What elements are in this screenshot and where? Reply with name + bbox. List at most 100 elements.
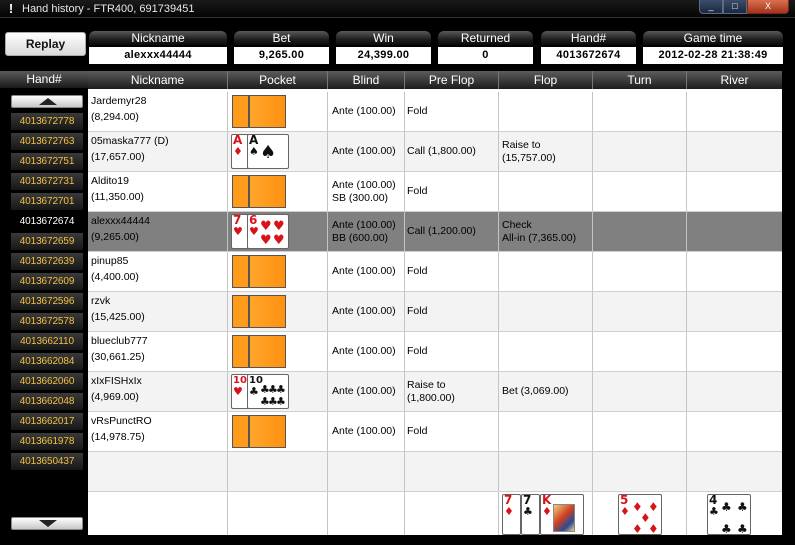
table-row-selected[interactable]: alexxx44444 (9,265.00) 7 ♥ 6 ♥ ♥ ♥ ♥ ♥ A… xyxy=(88,212,782,252)
blind-cell: Ante (100.00) BB (600.00) xyxy=(328,212,405,251)
flop-cell xyxy=(499,92,593,131)
nickname-cell xyxy=(88,452,228,491)
table-header: Nickname Pocket Blind Pre Flop Flop Turn… xyxy=(88,71,782,89)
card-back-icon xyxy=(232,295,249,328)
pocket-cell: 10 ♥ 10 ♣ ♣ ♣ ♣ ♣ ♣ ♣ xyxy=(228,372,328,411)
blind-action: Ante (100.00) xyxy=(332,305,396,317)
table-row[interactable]: rzvk (15,425.00) Ante (100.00) Fold xyxy=(88,292,782,332)
hand-list-item[interactable]: 4013662048 xyxy=(11,393,83,410)
hand-list-item[interactable]: 4013672609 xyxy=(11,273,83,290)
summary-win: Win 24,399.00 xyxy=(336,31,431,64)
table-row[interactable]: pinup85 (4,400.00) Ante (100.00) Fold xyxy=(88,252,782,292)
hand-list-item[interactable]: 4013662060 xyxy=(11,373,83,390)
hand-list-item[interactable]: 4013650437 xyxy=(11,453,83,470)
card-back-icon xyxy=(249,255,286,288)
scroll-up-button[interactable] xyxy=(11,95,83,108)
hand-list-item[interactable]: 4013672731 xyxy=(11,173,83,190)
hand-list-item[interactable]: 4013661978 xyxy=(11,433,83,450)
turn-cell xyxy=(593,172,687,211)
summary-game-time-label: Game time xyxy=(643,31,783,45)
board-flop-cell: 7 ♦ 7 ♣ K ♦ xyxy=(499,492,593,535)
maximize-button[interactable]: □ xyxy=(723,0,747,14)
minimize-button[interactable]: _ xyxy=(699,0,723,14)
hand-list-item[interactable]: 4013662084 xyxy=(11,353,83,370)
blind-action: Ante (100.00) xyxy=(332,425,396,437)
turn-cell xyxy=(593,252,687,291)
preflop-cell: Fold xyxy=(405,412,499,451)
hand-list-item[interactable]: 4013672778 xyxy=(11,113,83,130)
hand-list-item[interactable]: 4013672578 xyxy=(11,313,83,330)
summary-returned-value: 0 xyxy=(438,47,533,64)
table-row[interactable]: 05maska777 (D) (17,657.00) A ♦ A ♠ ♠ Ant… xyxy=(88,132,782,172)
hand-list-item[interactable]: 4013672596 xyxy=(11,293,83,310)
hand-list-item[interactable]: 4013672763 xyxy=(11,133,83,150)
pocket-cell xyxy=(228,452,328,491)
nickname-cell: blueclub777 (30,661.25) xyxy=(88,332,228,371)
summary-hand-label: Hand# xyxy=(541,31,636,45)
blind-action: Ante (100.00) xyxy=(332,385,396,397)
hand-history-table: Nickname Pocket Blind Pre Flop Flop Turn… xyxy=(88,71,782,536)
hand-list-item[interactable]: 4013672659 xyxy=(11,233,83,250)
flop-cell xyxy=(499,412,593,451)
column-header-preflop: Pre Flop xyxy=(405,71,499,89)
card-back-icon xyxy=(232,335,249,368)
card-four-clubs: 4 ♣ ♣ ♣ ♣ ♣ xyxy=(707,494,751,536)
flop-action: Bet (3,069.00) xyxy=(502,385,569,397)
card-back-icon xyxy=(232,95,249,128)
flop-cell xyxy=(499,252,593,291)
river-cell xyxy=(687,212,782,251)
nickname-cell: alexxx44444 (9,265.00) xyxy=(88,212,228,251)
preflop-action: Fold xyxy=(407,305,428,317)
flop-cell xyxy=(499,172,593,211)
blind-cell xyxy=(328,452,405,491)
river-cell xyxy=(687,92,782,131)
table-row[interactable]: xIxFISHxIx (4,969.00) 10 ♥ 10 ♣ ♣ ♣ ♣ ♣ … xyxy=(88,372,782,412)
blind-cell: Ante (100.00) SB (300.00) xyxy=(328,172,405,211)
summary-win-value: 24,399.00 xyxy=(336,47,431,64)
preflop-cell: Fold xyxy=(405,92,499,131)
blind-action: Ante (100.00) xyxy=(332,178,396,191)
flop-cell xyxy=(499,292,593,331)
preflop-cell: Fold xyxy=(405,252,499,291)
preflop-action: Fold xyxy=(407,345,428,357)
turn-cell xyxy=(593,212,687,251)
summary-win-label: Win xyxy=(336,31,431,45)
flop-action-amount: (15,757.00) xyxy=(502,151,556,164)
summary-nickname: Nickname alexxx44444 xyxy=(89,31,227,64)
scroll-down-button[interactable] xyxy=(11,517,83,530)
player-stack: (9,265.00) xyxy=(91,231,139,243)
hand-list-item[interactable]: 4013662110 xyxy=(11,333,83,350)
table-row[interactable]: Jardemyr28 (8,294.00) Ante (100.00) Fold xyxy=(88,92,782,132)
summary-bet-value: 9,265.00 xyxy=(234,47,329,64)
blind-cell: Ante (100.00) xyxy=(328,292,405,331)
table-row[interactable]: blueclub777 (30,661.25) Ante (100.00) Fo… xyxy=(88,332,782,372)
column-header-turn: Turn xyxy=(593,71,687,89)
blind-cell: Ante (100.00) xyxy=(328,332,405,371)
flop-cell: Bet (3,069.00) xyxy=(499,372,593,411)
player-nickname: Aldito19 xyxy=(91,175,129,187)
river-cell xyxy=(687,452,782,491)
card-back-icon xyxy=(249,175,286,208)
king-portrait-icon xyxy=(553,504,575,532)
player-nickname: pinup85 xyxy=(91,255,129,267)
replay-button[interactable]: Replay xyxy=(5,32,86,56)
hand-list-item-selected[interactable]: 4013672674 xyxy=(11,213,83,230)
preflop-cell xyxy=(405,492,499,535)
preflop-cell: Fold xyxy=(405,172,499,211)
hand-list-item[interactable]: 4013672751 xyxy=(11,153,83,170)
summary-nickname-value: alexxx44444 xyxy=(89,47,227,64)
column-header-flop: Flop xyxy=(499,71,593,89)
player-nickname: rzvk xyxy=(91,295,111,307)
card-five-diamonds: 5 ♦ ♦ ♦ ♦ ♦ ♦ xyxy=(618,494,662,536)
nickname-cell: 05maska777 (D) (17,657.00) xyxy=(88,132,228,171)
close-button[interactable]: X xyxy=(747,0,789,14)
table-row[interactable]: Aldito19 (11,350.00) Ante (100.00) SB (3… xyxy=(88,172,782,212)
hand-list-item[interactable]: 4013672639 xyxy=(11,253,83,270)
table-row[interactable]: vRsPunctRO (14,978.75) Ante (100.00) Fol… xyxy=(88,412,782,452)
hand-list-item[interactable]: 4013662017 xyxy=(11,413,83,430)
river-cell xyxy=(687,292,782,331)
hand-list-item[interactable]: 4013672701 xyxy=(11,193,83,210)
hand-list-header: Hand# xyxy=(0,71,88,88)
flop-action: Raise to xyxy=(502,138,541,151)
preflop-action-amount: (1,800.00) xyxy=(407,391,455,404)
